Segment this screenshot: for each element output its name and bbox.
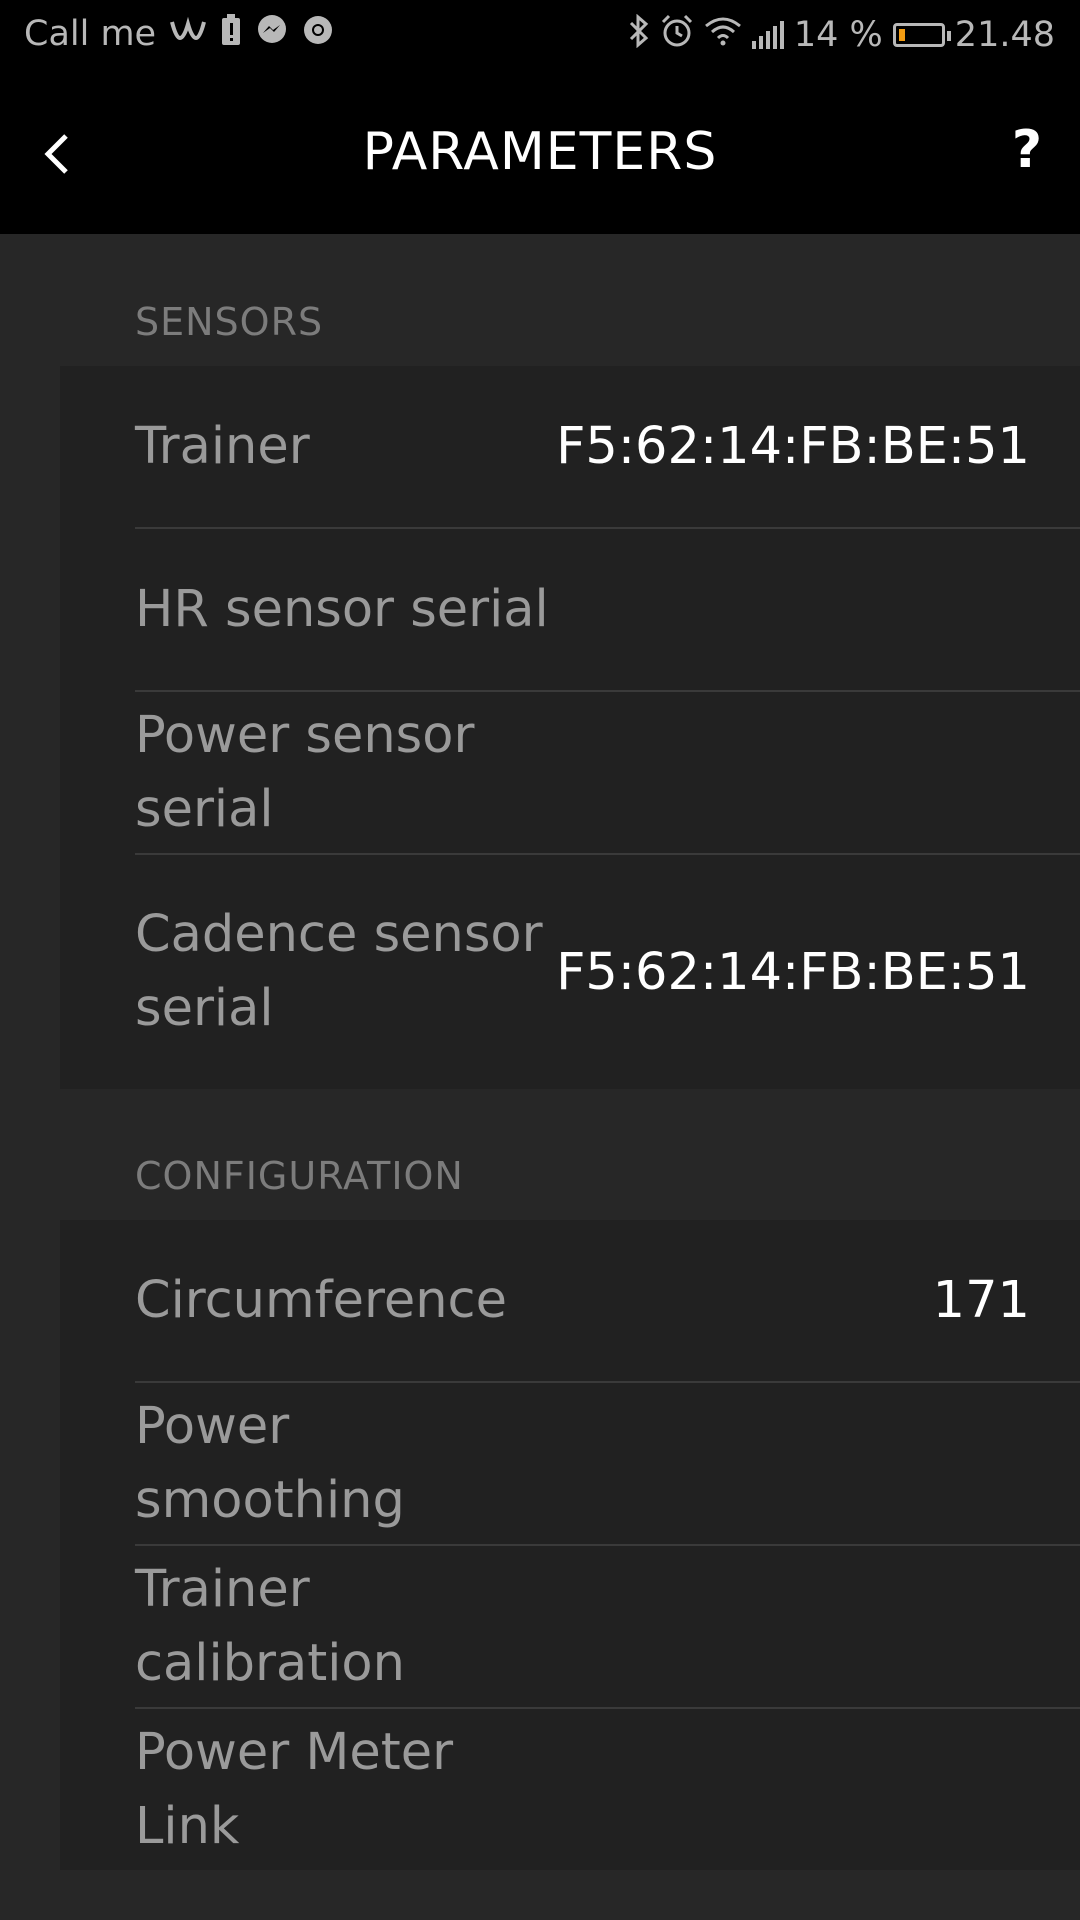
- section-header-sensors: SENSORS: [135, 300, 324, 344]
- app-notification-icon: [170, 16, 207, 52]
- row-power-smoothing[interactable]: Power smoothing: [135, 1383, 1080, 1546]
- app-bar: PARAMETERS ?: [0, 76, 1080, 234]
- row-hr-sensor-serial[interactable]: HR sensor serial: [135, 529, 1080, 692]
- status-bar-left: Call me: [24, 14, 334, 54]
- section-header-configuration: CONFIGURATION: [135, 1154, 464, 1198]
- help-button[interactable]: ?: [1012, 120, 1042, 180]
- carrier-name: Call me: [24, 14, 157, 54]
- wifi-icon: [704, 16, 742, 54]
- page-title: PARAMETERS: [362, 122, 718, 182]
- row-label: Cadence sensor serial: [135, 905, 543, 1038]
- row-trainer-calibration[interactable]: Trainer calibration: [135, 1546, 1080, 1709]
- row-label: HR sensor serial: [135, 579, 549, 639]
- alarm-icon: [660, 14, 694, 56]
- row-trainer[interactable]: Trainer F5:62:14:FB:BE:51: [135, 366, 1080, 529]
- row-label: Trainer calibration: [135, 1559, 405, 1693]
- battery-level: [898, 29, 905, 41]
- row-label: Power smoothing: [135, 1396, 405, 1530]
- row-power-sensor-serial[interactable]: Power sensor serial: [135, 692, 1080, 855]
- messenger-icon: [256, 14, 288, 54]
- row-label: Trainer: [135, 416, 310, 476]
- row-label: Power sensor serial: [135, 705, 475, 839]
- row-power-meter-link[interactable]: Power Meter Link: [135, 1709, 1080, 1870]
- sensors-card: Trainer F5:62:14:FB:BE:51 HR sensor seri…: [60, 366, 1080, 1089]
- chrome-icon: [302, 14, 334, 54]
- row-value: F5:62:14:FB:BE:51: [556, 942, 1030, 1002]
- clock: 21.48: [954, 15, 1055, 55]
- row-label: Circumference: [135, 1270, 507, 1330]
- row-value: 171: [932, 1271, 1030, 1330]
- status-bar-right: 14 % 21.48: [628, 13, 1055, 56]
- battery-alert-icon: [220, 14, 242, 54]
- configuration-card: Circumference 171 Power smoothing Traine…: [60, 1220, 1080, 1870]
- battery-percent: 14 %: [793, 15, 883, 55]
- status-bar: Call me 14 % 21.48: [0, 0, 1080, 76]
- row-circumference[interactable]: Circumference 171: [135, 1220, 1080, 1383]
- bluetooth-icon: [628, 13, 650, 56]
- battery-icon: [892, 23, 951, 47]
- row-cadence-sensor-serial[interactable]: Cadence sensor serial F5:62:14:FB:BE:51: [135, 855, 1080, 1089]
- row-label: Power Meter Link: [135, 1722, 454, 1856]
- row-value: F5:62:14:FB:BE:51: [556, 417, 1030, 476]
- cell-signal-icon: [751, 21, 784, 49]
